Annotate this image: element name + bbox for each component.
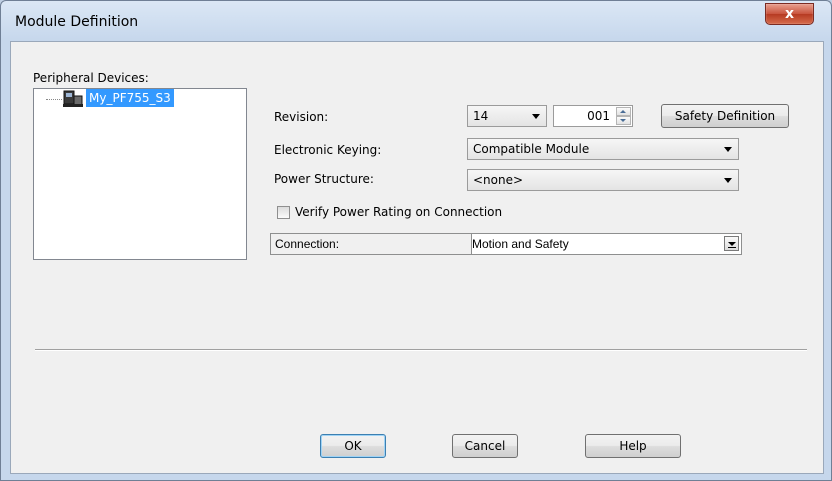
peripheral-devices-tree[interactable]: My_PF755_S3: [33, 88, 247, 260]
verify-power-rating-label: Verify Power Rating on Connection: [295, 205, 503, 219]
spinner-buttons: [616, 107, 631, 125]
connection-value: Motion and Safety: [472, 237, 569, 251]
electronic-keying-value: Compatible Module: [473, 142, 590, 156]
tree-item-my-pf755-s3[interactable]: My_PF755_S3: [86, 89, 174, 107]
revision-minor-value: 001: [587, 109, 610, 123]
dialog-client-area: Peripheral Devices: My_PF755_S3 Revision…: [10, 41, 824, 474]
spin-down-icon[interactable]: [616, 116, 631, 125]
power-structure-select[interactable]: <none>: [467, 169, 739, 191]
power-structure-label: Power Structure:: [274, 172, 374, 186]
safety-definition-button[interactable]: Safety Definition: [661, 104, 789, 128]
spin-up-icon[interactable]: [616, 107, 631, 116]
peripheral-devices-label: Peripheral Devices:: [33, 71, 149, 85]
drive-device-icon: [63, 90, 83, 107]
power-structure-value: <none>: [473, 173, 524, 187]
window-title: Module Definition: [15, 14, 139, 30]
revision-major-value: 14: [473, 109, 489, 123]
title-bar[interactable]: Module Definition x: [1, 1, 831, 41]
connection-dropdown-button[interactable]: [724, 236, 739, 251]
connection-label: Connection:: [271, 234, 472, 254]
separator-line: [35, 349, 807, 351]
electronic-keying-select[interactable]: Compatible Module: [467, 138, 739, 160]
chevron-down-icon: [724, 178, 732, 183]
chevron-down-icon: [724, 147, 732, 152]
connection-row: Connection: Motion and Safety: [270, 233, 742, 255]
tree-connector-line: [46, 99, 62, 100]
help-button[interactable]: Help: [585, 434, 681, 458]
revision-label: Revision:: [274, 110, 329, 124]
electronic-keying-label: Electronic Keying:: [274, 143, 382, 157]
close-icon: x: [784, 6, 795, 22]
cancel-button[interactable]: Cancel: [452, 434, 518, 458]
close-button[interactable]: x: [765, 3, 814, 25]
verify-power-rating-checkbox[interactable]: [277, 206, 290, 219]
revision-minor-spinner[interactable]: 001: [553, 105, 633, 127]
module-definition-window: Module Definition x Peripheral Devices: …: [0, 0, 832, 481]
ok-button[interactable]: OK: [320, 434, 386, 458]
revision-major-select[interactable]: 14: [467, 105, 547, 127]
chevron-down-icon: [532, 114, 540, 119]
